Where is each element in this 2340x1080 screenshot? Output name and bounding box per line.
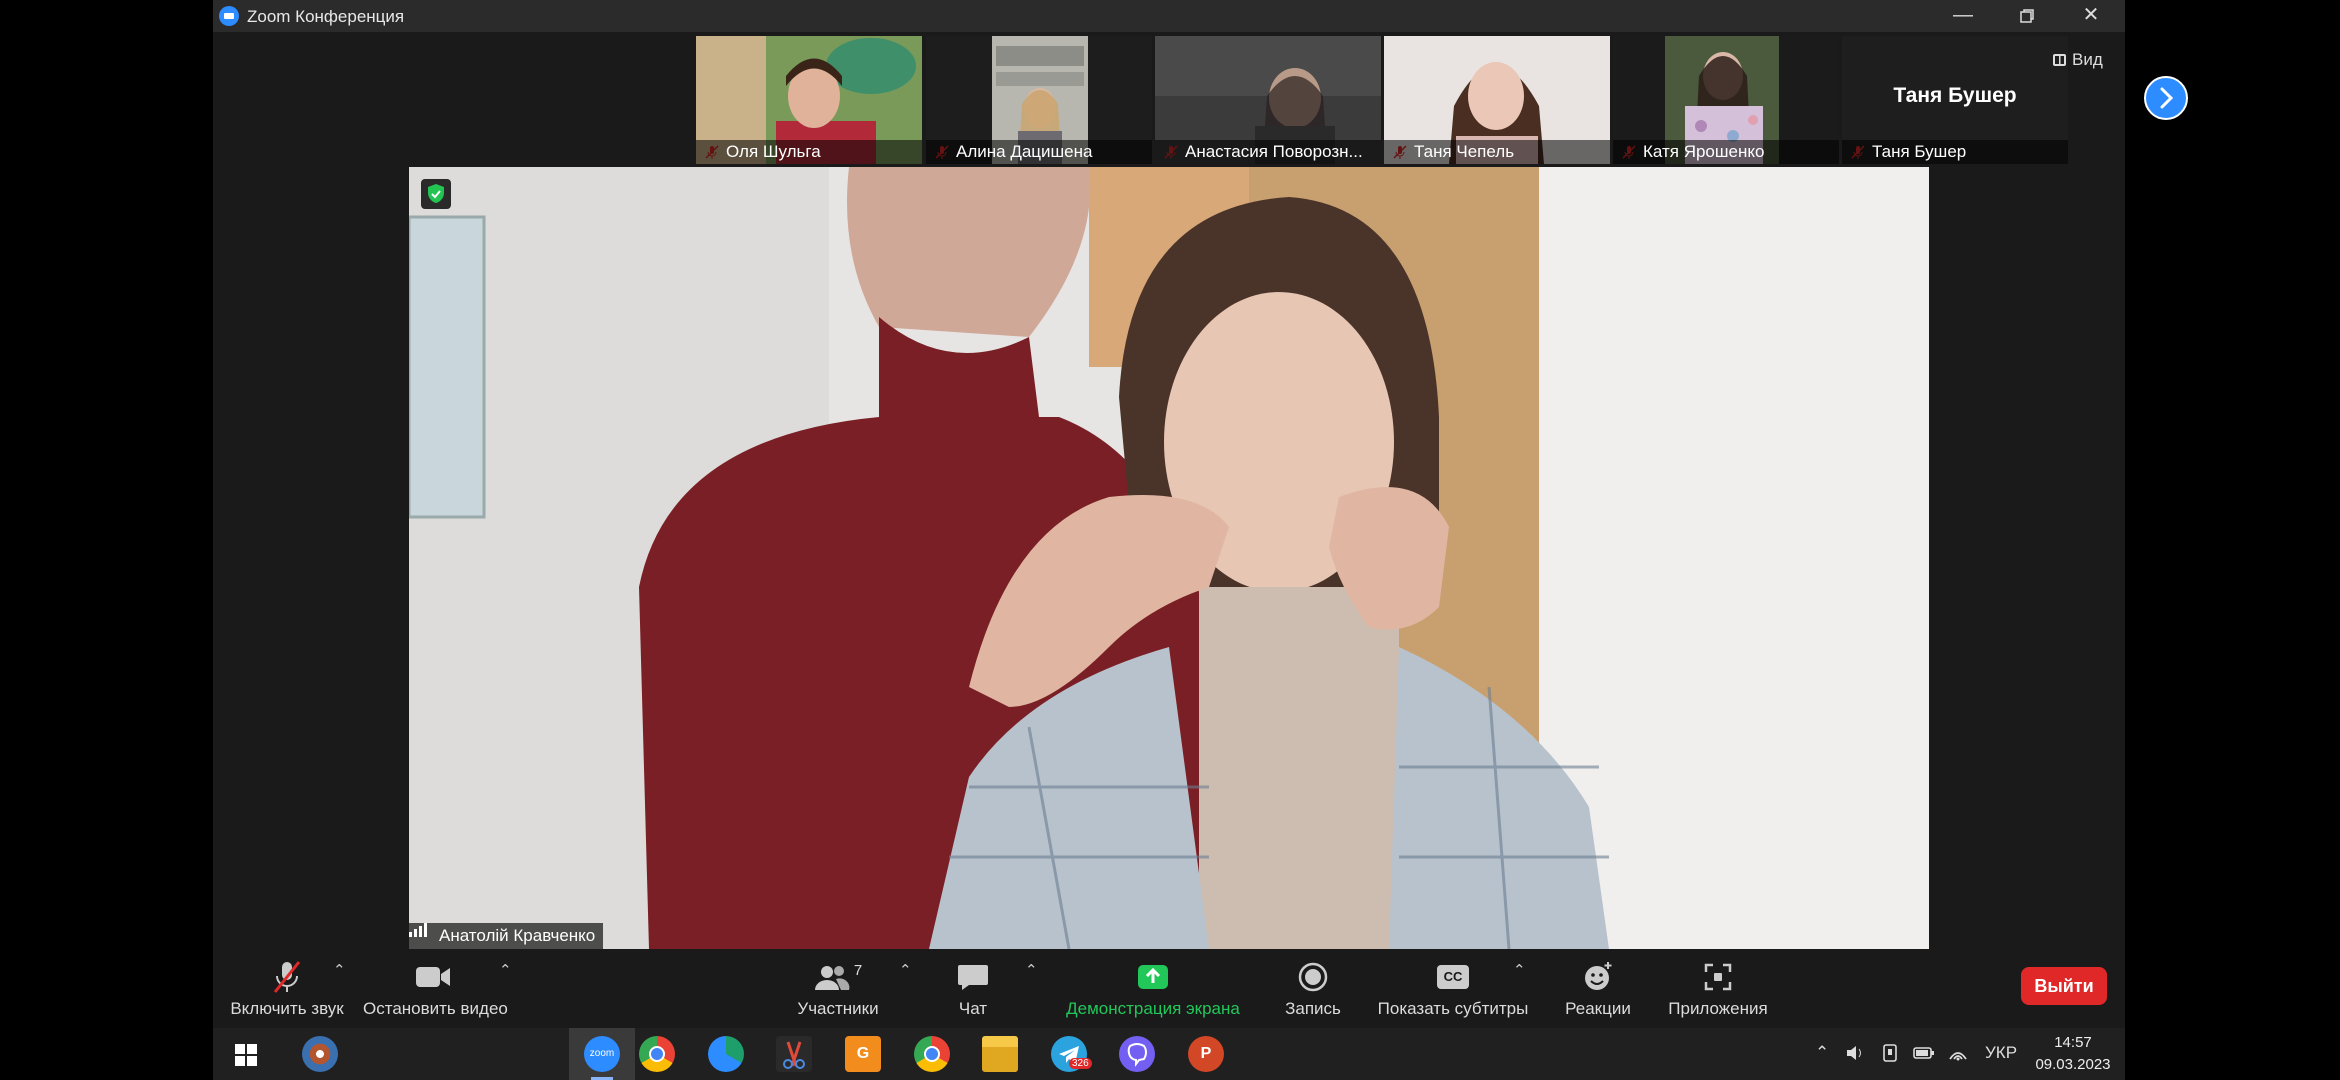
clock-date: 09.03.2023	[2035, 1056, 2111, 1073]
participant-display-name: Таня Бушер	[1893, 84, 2017, 107]
closed-captions-icon: CC	[1437, 965, 1469, 989]
reactions-icon	[1585, 962, 1612, 990]
windows-taskbar: zoom G 326 P ⌃ УКР 14:57 09.03.2023	[213, 1028, 2125, 1080]
chevron-right-icon	[2160, 87, 2174, 109]
zoom-window: Zoom Конференция — ✕ Оля Шульга Алина Да…	[213, 0, 2188, 1080]
record-icon	[1298, 962, 1328, 992]
participants-icon	[814, 966, 850, 990]
view-grid-icon	[2053, 54, 2066, 66]
participants-label: Участники	[797, 999, 879, 1018]
clock-time: 14:57	[2054, 1034, 2092, 1051]
leave-button[interactable]: Выйти	[2021, 967, 2107, 1005]
view-label: Вид	[2072, 50, 2103, 69]
reactions-label: Реакции	[1565, 999, 1631, 1018]
edge-icon[interactable]	[708, 1036, 744, 1072]
title-bar: Zoom Конференция — ✕	[213, 0, 2125, 32]
participant-name: Катя Ярошенко	[1613, 140, 1839, 164]
stop-video-label: Остановить видео	[363, 999, 508, 1018]
restore-button[interactable]	[1995, 0, 2059, 32]
telegram-icon[interactable]: 326	[1051, 1036, 1092, 1072]
minimize-button[interactable]: —	[1931, 0, 1995, 32]
video-options-caret[interactable]: ⌃	[499, 961, 512, 979]
participant-tile[interactable]: Алина Дацишена	[926, 36, 1152, 164]
clock[interactable]: 14:57 09.03.2023	[2033, 1032, 2113, 1076]
record-label: Запись	[1285, 999, 1341, 1018]
active-speaker-video: Анатолій Кравченко	[409, 167, 1929, 949]
unmute-button[interactable]: Включить звук	[227, 959, 347, 1019]
share-screen-label: Демонстрация экрана	[1066, 999, 1240, 1018]
chat-options-caret[interactable]: ⌃	[1025, 961, 1038, 979]
connection-signal-icon	[409, 923, 427, 937]
participant-tile[interactable]: Таня Чепель	[1384, 36, 1610, 164]
snipping-tool-icon[interactable]	[776, 1036, 812, 1072]
chat-icon	[958, 965, 988, 990]
stop-video-button[interactable]: Остановить видео	[363, 959, 508, 1019]
device-icon[interactable]	[1880, 1043, 1900, 1063]
reactions-button[interactable]: Реакции	[1548, 959, 1648, 1019]
battery-icon[interactable]	[1913, 1043, 1935, 1063]
powerpoint-icon[interactable]: P	[1188, 1036, 1224, 1072]
window-title: Zoom Конференция	[247, 7, 405, 26]
participant-tile[interactable]: Таня Бушер Таня Бушер	[1842, 36, 2068, 164]
volume-icon[interactable]	[1845, 1043, 1865, 1063]
file-explorer-icon[interactable]	[982, 1036, 1018, 1072]
participant-name: Таня Бушер	[1842, 140, 2068, 164]
participants-options-caret[interactable]: ⌃	[899, 961, 912, 979]
show-captions-button[interactable]: CC Показать субтитры	[1373, 959, 1533, 1019]
view-button[interactable]: Вид	[2053, 50, 2103, 70]
participant-tile[interactable]: Оля Шульга	[696, 36, 922, 164]
participant-name: Анастасия Поворозн...	[1155, 140, 1381, 164]
apps-button[interactable]: Приложения	[1658, 959, 1778, 1019]
viber-icon[interactable]	[1119, 1036, 1155, 1072]
chat-button[interactable]: Чат	[933, 959, 1013, 1019]
unmute-label: Включить звук	[230, 999, 344, 1018]
participant-tile[interactable]: Катя Ярошенко	[1613, 36, 1839, 164]
participant-tile[interactable]: Анастасия Поворозн...	[1155, 36, 1381, 164]
security-shield-icon[interactable]	[421, 179, 451, 209]
chrome-icon[interactable]	[639, 1036, 675, 1072]
audio-options-caret[interactable]: ⌃	[333, 961, 346, 979]
participants-count: 7	[853, 961, 863, 979]
show-captions-label: Показать субтитры	[1377, 999, 1529, 1018]
zoom-taskbar-icon[interactable]: zoom	[584, 1036, 620, 1072]
apps-icon	[1704, 963, 1732, 991]
close-button[interactable]: ✕	[2059, 0, 2123, 32]
participants-button[interactable]: 7 Участники	[783, 959, 893, 1019]
telegram-badge: 326	[1069, 1058, 1092, 1069]
windows-start-icon[interactable]	[235, 1044, 257, 1066]
share-screen-button[interactable]: Демонстрация экрана	[1053, 959, 1253, 1019]
zoom-logo-icon	[219, 6, 239, 26]
restore-icon	[2020, 9, 2034, 23]
media-player-icon[interactable]	[302, 1036, 338, 1072]
muted-mic-icon	[273, 961, 301, 993]
meeting-toolbar: Включить звук ⌃ Остановить видео ⌃ 7 Уча…	[213, 949, 2125, 1028]
participant-name: Оля Шульга	[696, 140, 922, 164]
speaker-name: Анатолій Кравченко	[439, 926, 596, 945]
video-camera-icon	[416, 967, 450, 987]
record-button[interactable]: Запись	[1263, 959, 1363, 1019]
show-hidden-icons-chevron[interactable]: ⌃	[1815, 1043, 1829, 1063]
wifi-icon[interactable]	[1948, 1043, 1968, 1063]
next-page-button[interactable]	[2144, 76, 2188, 120]
gaming-app-icon[interactable]: G	[845, 1036, 881, 1072]
participant-strip: Оля Шульга Алина Дацишена Анастасия Пово…	[482, 36, 2188, 164]
share-screen-icon	[1138, 965, 1168, 989]
speaker-name-label: Анатолій Кравченко	[409, 923, 604, 949]
participant-name: Таня Чепель	[1384, 140, 1610, 164]
chrome-profile-icon[interactable]	[914, 1036, 950, 1072]
participant-name: Алина Дацишена	[926, 140, 1152, 164]
speaker-video-frame	[409, 167, 1929, 949]
keyboard-language[interactable]: УКР	[1985, 1043, 2017, 1063]
chat-label: Чат	[958, 999, 988, 1018]
captions-options-caret[interactable]: ⌃	[1513, 961, 1526, 979]
apps-label: Приложения	[1668, 999, 1768, 1018]
